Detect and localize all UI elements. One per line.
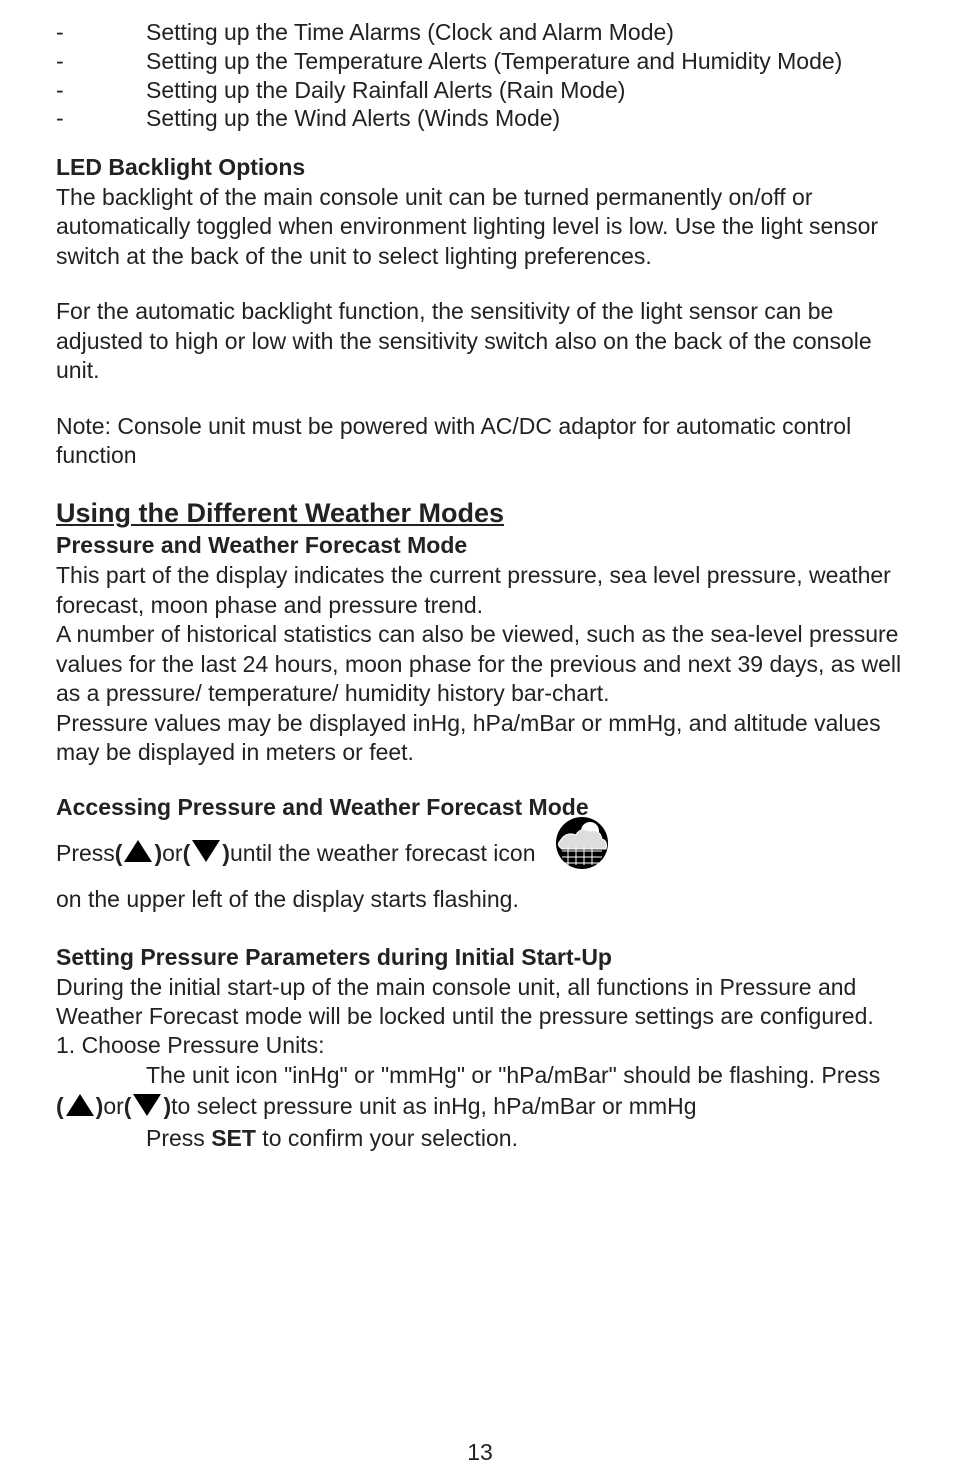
- paragraph: A number of historical statistics can al…: [56, 620, 904, 708]
- list-item: - Setting up the Wind Alerts (Winds Mode…: [56, 104, 904, 133]
- paren-close: ): [222, 837, 230, 870]
- press-instruction: Press ( ) or ( ) until the weather forec…: [56, 823, 904, 916]
- bullet-dash: -: [56, 47, 146, 76]
- list-item-text: Setting up the Temperature Alerts (Tempe…: [146, 47, 904, 76]
- triangle-down-icon: [192, 840, 220, 862]
- paren-open: (: [124, 1090, 132, 1123]
- press-instruction-step1: ( ) or ( ) to select pressure unit as in…: [56, 1090, 904, 1123]
- list-item: - Setting up the Time Alarms (Clock and …: [56, 18, 904, 47]
- paragraph: For the automatic backlight function, th…: [56, 297, 904, 385]
- text-press: Press: [56, 837, 115, 870]
- document-page: - Setting up the Time Alarms (Clock and …: [0, 0, 960, 1474]
- step-tail: to select pressure unit as inHg, hPa/mBa…: [171, 1090, 696, 1123]
- triangle-up-icon: [66, 1094, 94, 1116]
- step-confirm: Press SET to confirm your selection.: [56, 1124, 904, 1153]
- subheading-accessing-mode: Accessing Pressure and Weather Forecast …: [56, 793, 904, 823]
- bullet-dash: -: [56, 104, 146, 133]
- bullet-dash: -: [56, 18, 146, 47]
- set-label: SET: [211, 1125, 256, 1151]
- weather-forecast-icon: [546, 815, 626, 875]
- list-item-text: Setting up the Daily Rainfall Alerts (Ra…: [146, 76, 904, 105]
- heading-weather-modes: Using the Different Weather Modes: [56, 496, 904, 531]
- text-or: or: [162, 837, 182, 870]
- subheading-initial-startup: Setting Pressure Parameters during Initi…: [56, 943, 904, 973]
- paragraph: This part of the display indicates the c…: [56, 561, 904, 620]
- list-item-text: Setting up the Wind Alerts (Winds Mode): [146, 104, 904, 133]
- paren-close: ): [154, 837, 162, 870]
- paragraph: During the initial start-up of the main …: [56, 973, 904, 1032]
- paren-open: (: [183, 837, 191, 870]
- list-item: - Setting up the Temperature Alerts (Tem…: [56, 47, 904, 76]
- paren-open: (: [56, 1090, 64, 1123]
- list-item: - Setting up the Daily Rainfall Alerts (…: [56, 76, 904, 105]
- bullet-list: - Setting up the Time Alarms (Clock and …: [56, 18, 904, 133]
- note-paragraph: Note: Console unit must be powered with …: [56, 412, 904, 471]
- text-until: until the weather forecast icon: [230, 837, 536, 870]
- text-or: or: [103, 1090, 123, 1123]
- paren-open: (: [115, 837, 123, 870]
- text-confirm: to confirm your selection.: [256, 1125, 518, 1151]
- heading-led-backlight: LED Backlight Options: [56, 153, 904, 183]
- paragraph: The backlight of the main console unit c…: [56, 183, 904, 271]
- bullet-dash: -: [56, 76, 146, 105]
- paren-close: ): [96, 1090, 104, 1123]
- step-label: 1. Choose Pressure Units:: [56, 1031, 904, 1060]
- text-tail: on the upper left of the display starts …: [56, 883, 519, 916]
- text-press: Press: [146, 1125, 211, 1151]
- triangle-down-icon: [133, 1094, 161, 1116]
- paren-close: ): [163, 1090, 171, 1123]
- paragraph: Pressure values may be displayed inHg, h…: [56, 709, 904, 768]
- list-item-text: Setting up the Time Alarms (Clock and Al…: [146, 18, 904, 47]
- step-text: The unit icon "inHg" or "mmHg" or "hPa/m…: [56, 1061, 904, 1090]
- triangle-up-icon: [124, 840, 152, 862]
- subheading-pressure-mode: Pressure and Weather Forecast Mode: [56, 531, 904, 561]
- page-number: 13: [0, 1439, 960, 1466]
